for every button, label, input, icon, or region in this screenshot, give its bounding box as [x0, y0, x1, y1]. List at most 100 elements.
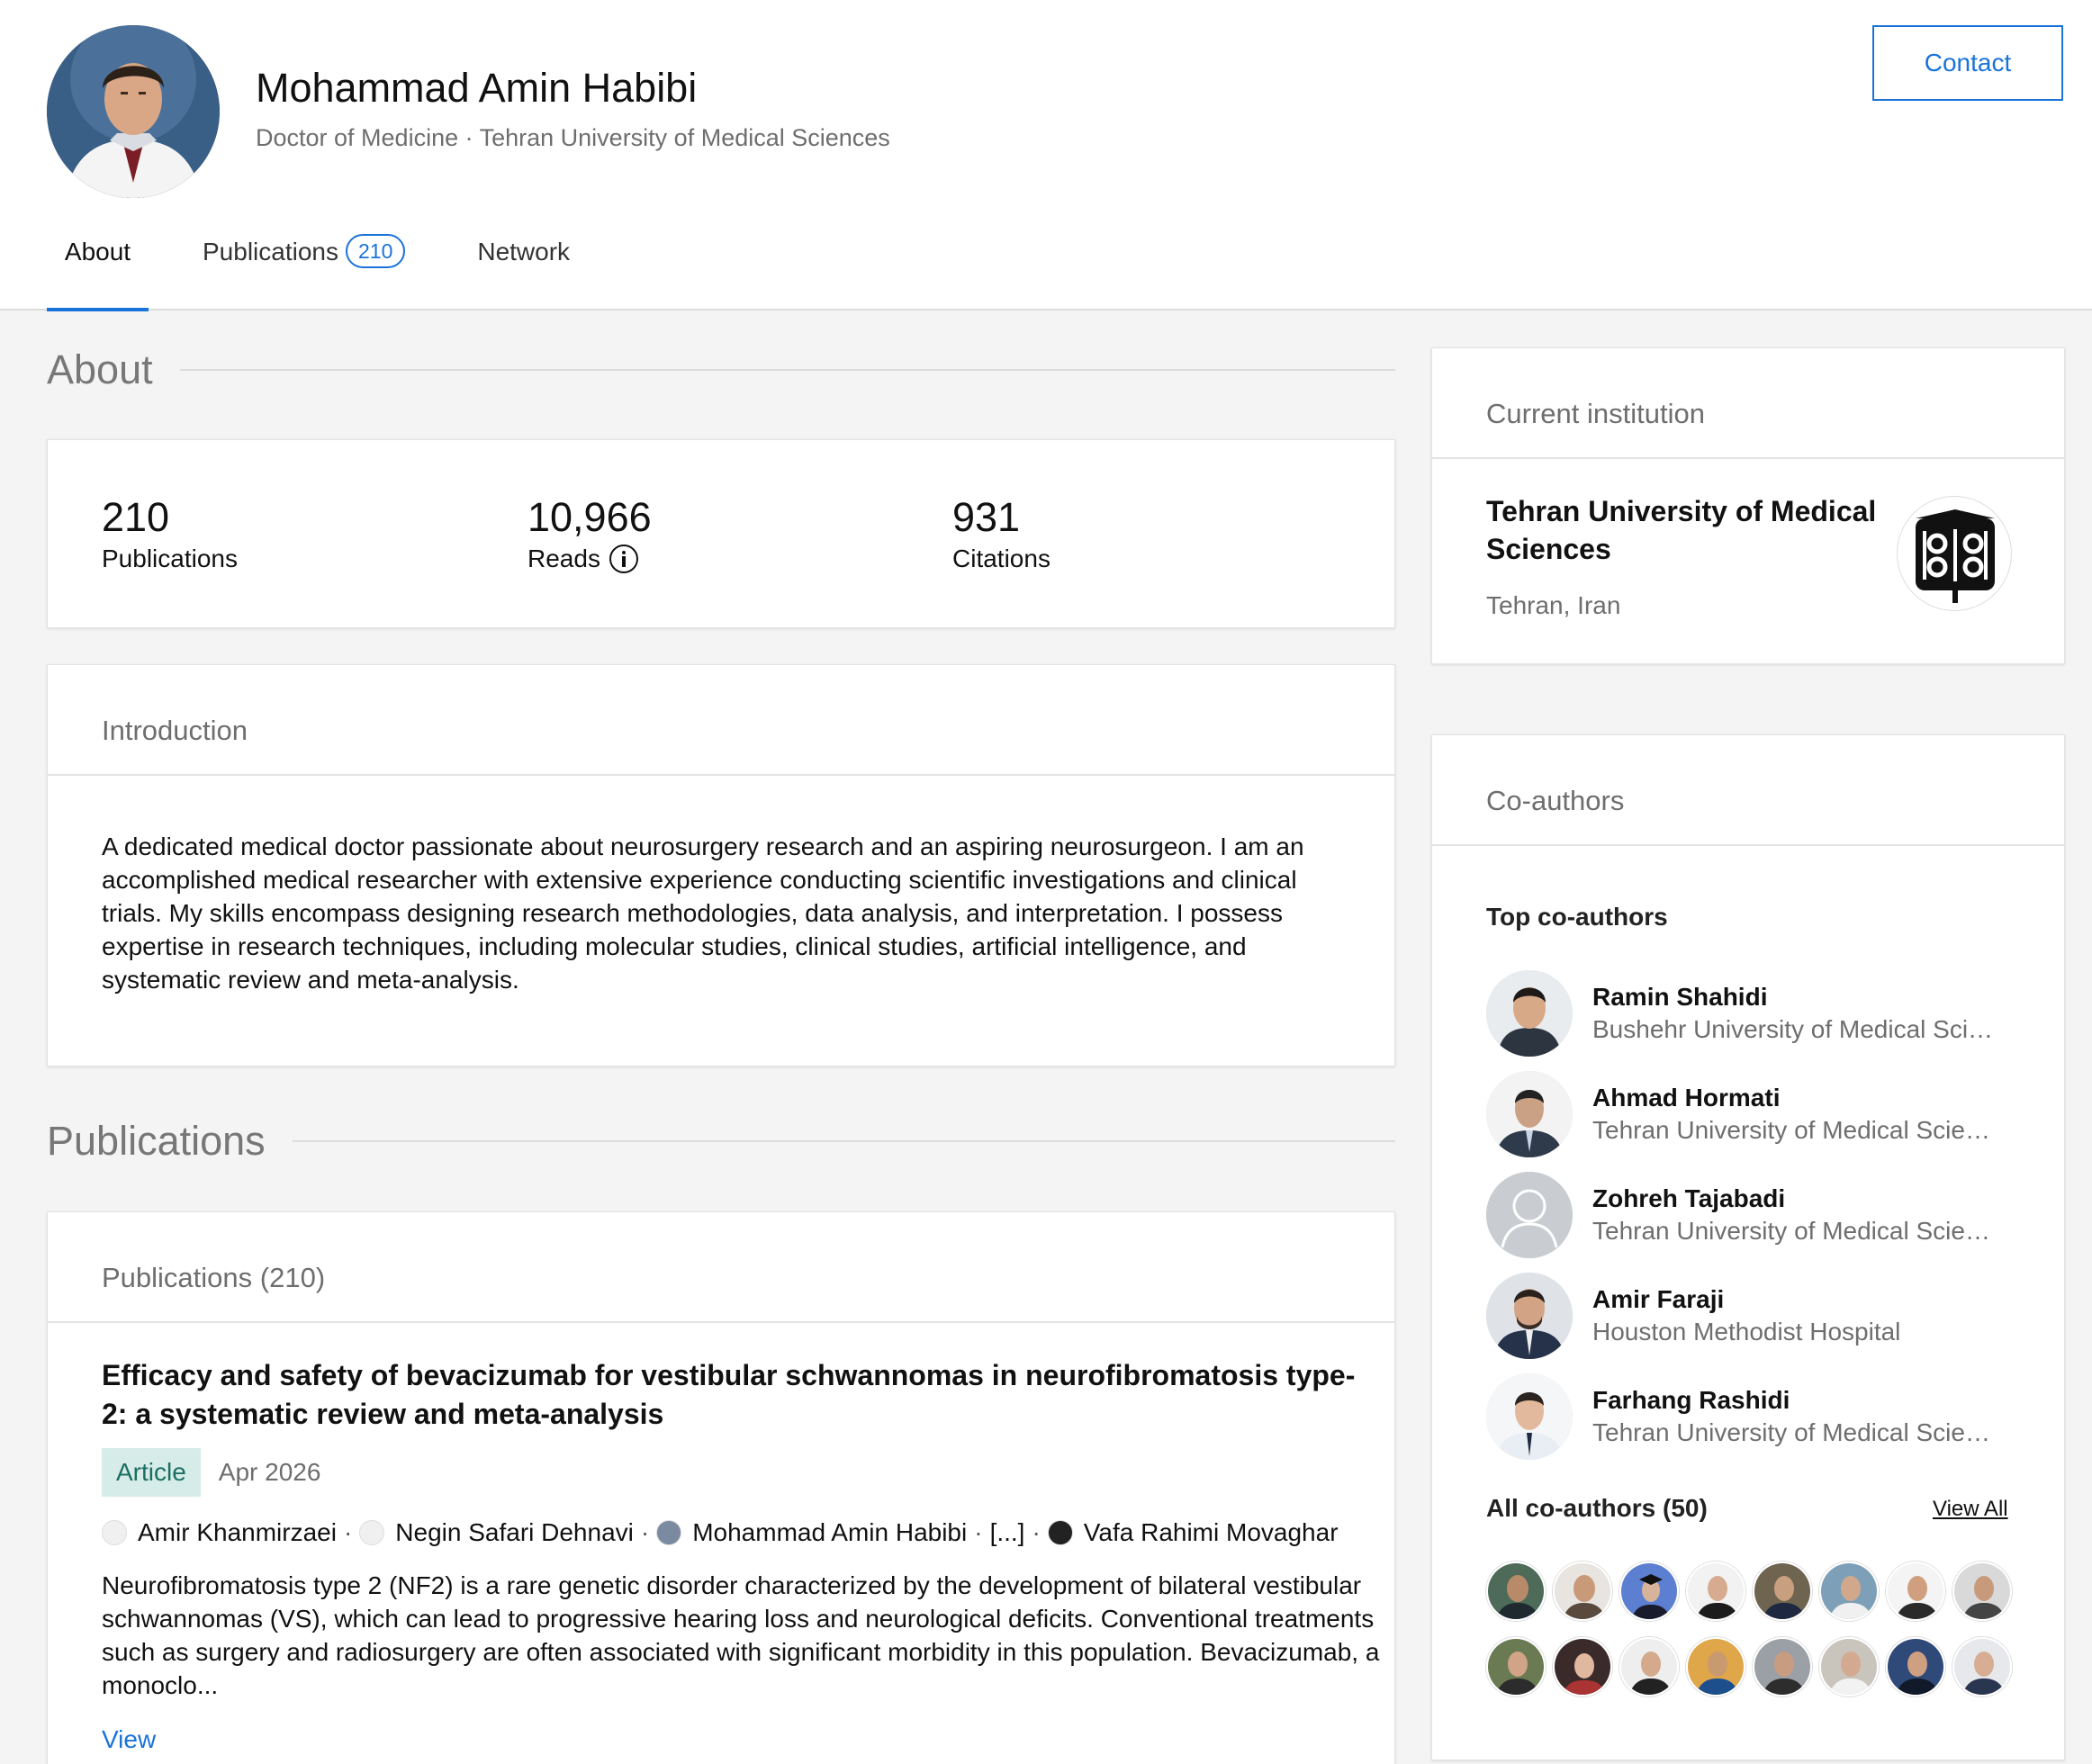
coauthor-mini-avatar[interactable] — [1952, 1562, 2012, 1621]
coauthor-mini-avatar[interactable] — [1819, 1637, 1879, 1696]
tab-about-label: About — [64, 238, 131, 266]
stat-label: Reads — [528, 544, 652, 573]
coauthor-mini-avatar[interactable] — [1952, 1637, 2012, 1696]
coauthor-affiliation: Houston Methodist Hospital — [1592, 1318, 1901, 1346]
author-separator: · — [343, 1518, 353, 1546]
coauthor-avatar — [1486, 1273, 1573, 1359]
coauthor-name: Farhang Rashidi — [1592, 1386, 1790, 1414]
coauthor-mini-avatar[interactable] — [1686, 1637, 1745, 1696]
publication-abstract: Neurofibromatosis type 2 (NF2) is a rare… — [102, 1571, 1380, 1699]
author-link[interactable]: Mohammad Amin Habibi — [692, 1518, 967, 1547]
introduction-heading: Introduction — [48, 665, 1394, 776]
more-authors-link[interactable]: [...] — [990, 1518, 1025, 1547]
introduction-card: Introduction A dedicated medical doctor … — [47, 664, 1395, 1066]
stats-card: 210 Publications 10,966 Reads 931 Citati… — [47, 439, 1395, 628]
publication-type-badge: Article — [102, 1448, 201, 1497]
coauthor-affiliation: Tehran University of Medical Sciences — [1592, 1116, 1997, 1144]
profile-header: Mohammad Amin Habibi Doctor of Medicine … — [0, 0, 2092, 311]
publication-authors: Amir Khanmirzaei · Negin Safari Dehnavi … — [102, 1518, 1339, 1547]
coauthor-affiliation: Tehran University of Medical Sciences — [1592, 1418, 1997, 1446]
tab-publications[interactable]: Publications 210 — [203, 223, 406, 311]
author-link[interactable]: Vafa Rahimi Movaghar — [1084, 1518, 1339, 1547]
coauthor-mini-avatar[interactable] — [1886, 1637, 1945, 1696]
coauthor-avatar — [1486, 970, 1573, 1057]
about-section-heading: About — [47, 346, 1395, 393]
coauthor-mini-avatar[interactable] — [1819, 1562, 1879, 1621]
publication-date: Apr 2026 — [218, 1458, 321, 1486]
coauthor-name: Ahmad Hormati — [1592, 1084, 1781, 1112]
coauthor-default-avatar-icon — [1486, 1172, 1573, 1258]
coauthor-name: Amir Faraji — [1592, 1285, 1725, 1313]
coauthors-card: Co-authors Top co-authors Ramin Shahidi … — [1431, 734, 2065, 1760]
institution-name[interactable]: Tehran University of Medical Sciences — [1486, 492, 1900, 568]
coauthor-mini-avatar[interactable] — [1886, 1562, 1945, 1621]
publication-view-link[interactable]: View — [102, 1725, 156, 1754]
coauthor-mini-avatar[interactable] — [1753, 1637, 1812, 1696]
coauthor-name: Zohreh Tajabadi — [1592, 1184, 1786, 1212]
institution-card: Current institution Tehran University of… — [1431, 347, 2065, 664]
tab-publications-label: Publications — [203, 238, 338, 266]
coauthor-mini-avatar[interactable] — [1553, 1637, 1612, 1696]
about-heading-text: About — [47, 346, 153, 392]
coauthor-mini-avatar[interactable] — [1753, 1562, 1812, 1621]
coauthors-avatar-grid — [1486, 1562, 2017, 1696]
top-coauthors-label: Top co-authors — [1486, 903, 1668, 931]
publication-title[interactable]: Efficacy and safety of bevacizumab for v… — [102, 1356, 1362, 1434]
coauthor-name: Ramin Shahidi — [1592, 983, 1768, 1011]
section-divider — [292, 1140, 1395, 1142]
coauthor-mini-avatar[interactable] — [1553, 1562, 1612, 1621]
profile-subtitle: Doctor of Medicine · Tehran University o… — [256, 124, 890, 151]
institution-heading: Current institution — [1432, 348, 2064, 459]
view-all-coauthors-link[interactable]: View All — [1933, 1497, 2008, 1522]
tab-network-label: Network — [477, 238, 571, 266]
introduction-text: A dedicated medical doctor passionate ab… — [102, 832, 1304, 994]
contact-button[interactable]: Contact — [1872, 25, 2063, 101]
author-separator: · — [640, 1518, 650, 1546]
all-coauthors-label: All co-authors (50) — [1486, 1494, 1708, 1522]
publications-heading-text: Publications — [47, 1118, 266, 1164]
coauthor-mini-avatar[interactable] — [1486, 1637, 1546, 1696]
coauthor-item[interactable]: Ahmad Hormati Tehran University of Medic… — [1486, 1071, 2008, 1157]
author-placeholder-icon — [359, 1520, 385, 1545]
coauthor-affiliation: Bushehr University of Medical Sciences — [1592, 1015, 1997, 1043]
author-separator: · — [1032, 1518, 1041, 1546]
publications-card: Publications (210) Efficacy and safety o… — [47, 1211, 1395, 1764]
info-icon[interactable] — [609, 544, 638, 573]
publication-meta: Article Apr 2026 — [102, 1448, 320, 1497]
stat-value: 931 — [952, 494, 1021, 540]
author-placeholder-icon — [102, 1520, 127, 1545]
coauthor-affiliation: Tehran University of Medical Sciences — [1592, 1217, 1997, 1245]
coauthor-item[interactable]: Ramin Shahidi Bushehr University of Medi… — [1486, 970, 2008, 1057]
coauthor-mini-avatar[interactable] — [1486, 1562, 1546, 1621]
publications-section-heading: Publications — [47, 1118, 1395, 1165]
stat-label: Citations — [952, 544, 1051, 572]
institution-logo-icon[interactable] — [1897, 496, 2012, 611]
coauthor-avatar — [1486, 1373, 1573, 1460]
tab-network[interactable]: Network — [477, 223, 570, 311]
stat-value: 10,966 — [528, 494, 652, 540]
stat-reads[interactable]: 10,966 Reads — [528, 494, 652, 573]
institution-location: Tehran, Iran — [1486, 591, 1621, 619]
stat-publications[interactable]: 210 Publications — [102, 494, 238, 573]
author-link[interactable]: Negin Safari Dehnavi — [395, 1518, 634, 1547]
profile-name: Mohammad Amin Habibi — [256, 65, 698, 111]
coauthor-mini-avatar[interactable] — [1686, 1562, 1745, 1621]
coauthors-heading: Co-authors — [1432, 735, 2064, 846]
author-avatar-icon — [656, 1520, 682, 1545]
publications-count-badge: 210 — [345, 234, 406, 268]
coauthor-mini-avatar[interactable] — [1619, 1562, 1679, 1621]
stat-value: 210 — [102, 494, 170, 540]
section-divider — [179, 369, 1395, 371]
author-separator: · — [974, 1518, 983, 1546]
stat-citations[interactable]: 931 Citations — [952, 494, 1051, 573]
author-link[interactable]: Amir Khanmirzaei — [138, 1518, 337, 1547]
publications-card-heading: Publications (210) — [48, 1212, 1394, 1323]
author-avatar-icon — [1047, 1520, 1073, 1545]
tab-about[interactable]: About — [47, 223, 149, 311]
stat-label: Publications — [102, 544, 238, 572]
coauthor-mini-avatar[interactable] — [1619, 1637, 1679, 1696]
coauthor-item[interactable]: Zohreh Tajabadi Tehran University of Med… — [1486, 1172, 2008, 1258]
coauthor-item[interactable]: Amir Faraji Houston Methodist Hospital — [1486, 1273, 2008, 1359]
profile-avatar[interactable] — [47, 25, 220, 198]
coauthor-item[interactable]: Farhang Rashidi Tehran University of Med… — [1486, 1373, 2008, 1460]
